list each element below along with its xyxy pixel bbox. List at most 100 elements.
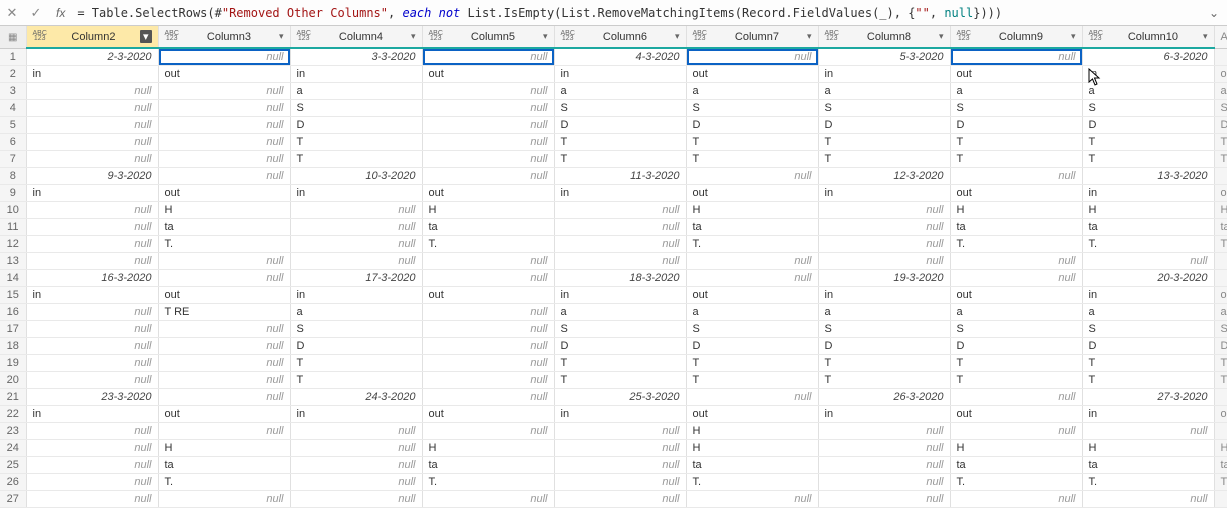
cell[interactable]: null: [290, 473, 422, 490]
cell[interactable]: null: [158, 269, 290, 286]
cell[interactable]: null: [1082, 490, 1214, 507]
row-number[interactable]: 9: [0, 184, 26, 201]
cell[interactable]: T: [950, 133, 1082, 150]
table-row[interactable]: 19nullnullTnullTTTTTT: [0, 354, 1227, 371]
cell[interactable]: 6-3-2020: [1082, 48, 1214, 65]
cell[interactable]: out: [950, 65, 1082, 82]
cell[interactable]: in: [26, 65, 158, 82]
cell[interactable]: null: [290, 235, 422, 252]
cell[interactable]: null: [26, 422, 158, 439]
cell[interactable]: 20-3-2020: [1082, 269, 1214, 286]
cell[interactable]: null: [818, 473, 950, 490]
row-number[interactable]: 25: [0, 456, 26, 473]
cell[interactable]: null: [422, 116, 554, 133]
cell[interactable]: H: [686, 439, 818, 456]
cell[interactable]: in: [290, 184, 422, 201]
cell[interactable]: ta: [950, 456, 1082, 473]
cell[interactable]: null: [422, 371, 554, 388]
cell[interactable]: ta: [686, 218, 818, 235]
row-number[interactable]: 8: [0, 167, 26, 184]
row-number[interactable]: 11: [0, 218, 26, 235]
table-row[interactable]: 6nullnullTnullTTTTTT: [0, 133, 1227, 150]
cell[interactable]: null: [554, 218, 686, 235]
cell[interactable]: null: [26, 303, 158, 320]
table-row[interactable]: 89-3-2020null10-3-2020null11-3-2020null1…: [0, 167, 1227, 184]
cell[interactable]: ta: [1082, 456, 1214, 473]
cell[interactable]: out: [686, 184, 818, 201]
cell[interactable]: null: [686, 167, 818, 184]
cell[interactable]: S: [818, 320, 950, 337]
cell[interactable]: out: [422, 184, 554, 201]
expand-formula-icon[interactable]: ⌄: [1205, 4, 1223, 22]
cell[interactable]: H: [1082, 201, 1214, 218]
cell[interactable]: null: [818, 218, 950, 235]
table-row[interactable]: 25nulltanulltanulltanulltatata: [0, 456, 1227, 473]
cell[interactable]: 26-3-2020: [818, 388, 950, 405]
cell[interactable]: null: [158, 490, 290, 507]
cell[interactable]: 9-3-2020: [26, 167, 158, 184]
column-filter-dropdown[interactable]: ▾: [279, 31, 284, 42]
row-number[interactable]: 5: [0, 116, 26, 133]
cell[interactable]: H: [950, 439, 1082, 456]
cell[interactable]: a: [950, 303, 1082, 320]
row-number[interactable]: 2: [0, 65, 26, 82]
cell[interactable]: null: [26, 252, 158, 269]
table-row[interactable]: 11nulltanulltanulltanulltatata: [0, 218, 1227, 235]
cell[interactable]: D: [950, 116, 1082, 133]
cell[interactable]: H: [686, 201, 818, 218]
cell[interactable]: null: [290, 201, 422, 218]
cell[interactable]: T.: [158, 473, 290, 490]
cell[interactable]: S: [1082, 320, 1214, 337]
cell[interactable]: out: [422, 65, 554, 82]
cell[interactable]: in: [818, 405, 950, 422]
cell[interactable]: null: [26, 116, 158, 133]
cell[interactable]: D: [818, 337, 950, 354]
table-row[interactable]: 24nullHnullHnullHnullHHH: [0, 439, 1227, 456]
cell[interactable]: T: [818, 150, 950, 167]
cell[interactable]: in: [818, 286, 950, 303]
cell[interactable]: 25-3-2020: [554, 388, 686, 405]
cell[interactable]: null: [158, 116, 290, 133]
cell[interactable]: null: [158, 354, 290, 371]
cell[interactable]: ta: [422, 456, 554, 473]
cell[interactable]: in: [1082, 65, 1214, 82]
cell[interactable]: null: [422, 150, 554, 167]
cell[interactable]: out: [158, 286, 290, 303]
cell[interactable]: null: [818, 456, 950, 473]
cell[interactable]: null: [554, 473, 686, 490]
cell[interactable]: 10-3-2020: [290, 167, 422, 184]
cell[interactable]: null: [422, 269, 554, 286]
cell[interactable]: D: [1082, 337, 1214, 354]
cell[interactable]: 12-3-2020: [818, 167, 950, 184]
cell[interactable]: null: [422, 48, 554, 65]
table-row[interactable]: 17nullnullSnullSSSSSS: [0, 320, 1227, 337]
cell[interactable]: D: [1082, 116, 1214, 133]
formula-input[interactable]: = Table.SelectRows(#"Removed Other Colum…: [77, 6, 1197, 20]
cell[interactable]: null: [422, 167, 554, 184]
cell[interactable]: ta: [1082, 218, 1214, 235]
table-row[interactable]: 22inoutinoutinoutinoutino: [0, 405, 1227, 422]
cell[interactable]: T: [686, 354, 818, 371]
cell[interactable]: null: [554, 456, 686, 473]
cell[interactable]: null: [950, 48, 1082, 65]
row-number[interactable]: 7: [0, 150, 26, 167]
cell[interactable]: null: [26, 133, 158, 150]
cell[interactable]: a: [554, 303, 686, 320]
table-row[interactable]: 16nullT REanullaaaaaa: [0, 303, 1227, 320]
cell[interactable]: H: [1082, 439, 1214, 456]
row-number[interactable]: 14: [0, 269, 26, 286]
cell[interactable]: out: [686, 65, 818, 82]
cell[interactable]: null: [818, 422, 950, 439]
table-row[interactable]: 4nullnullSnullSSSSSS: [0, 99, 1227, 116]
cell[interactable]: null: [554, 490, 686, 507]
cell[interactable]: in: [818, 65, 950, 82]
cell[interactable]: null: [290, 218, 422, 235]
column-filter-dropdown[interactable]: ▾: [411, 31, 416, 42]
cell[interactable]: a: [290, 82, 422, 99]
cell[interactable]: 24-3-2020: [290, 388, 422, 405]
cell[interactable]: in: [26, 286, 158, 303]
row-number[interactable]: 3: [0, 82, 26, 99]
column-filter-dropdown[interactable]: ▾: [140, 30, 152, 43]
cell[interactable]: ta: [158, 456, 290, 473]
cell[interactable]: null: [158, 252, 290, 269]
